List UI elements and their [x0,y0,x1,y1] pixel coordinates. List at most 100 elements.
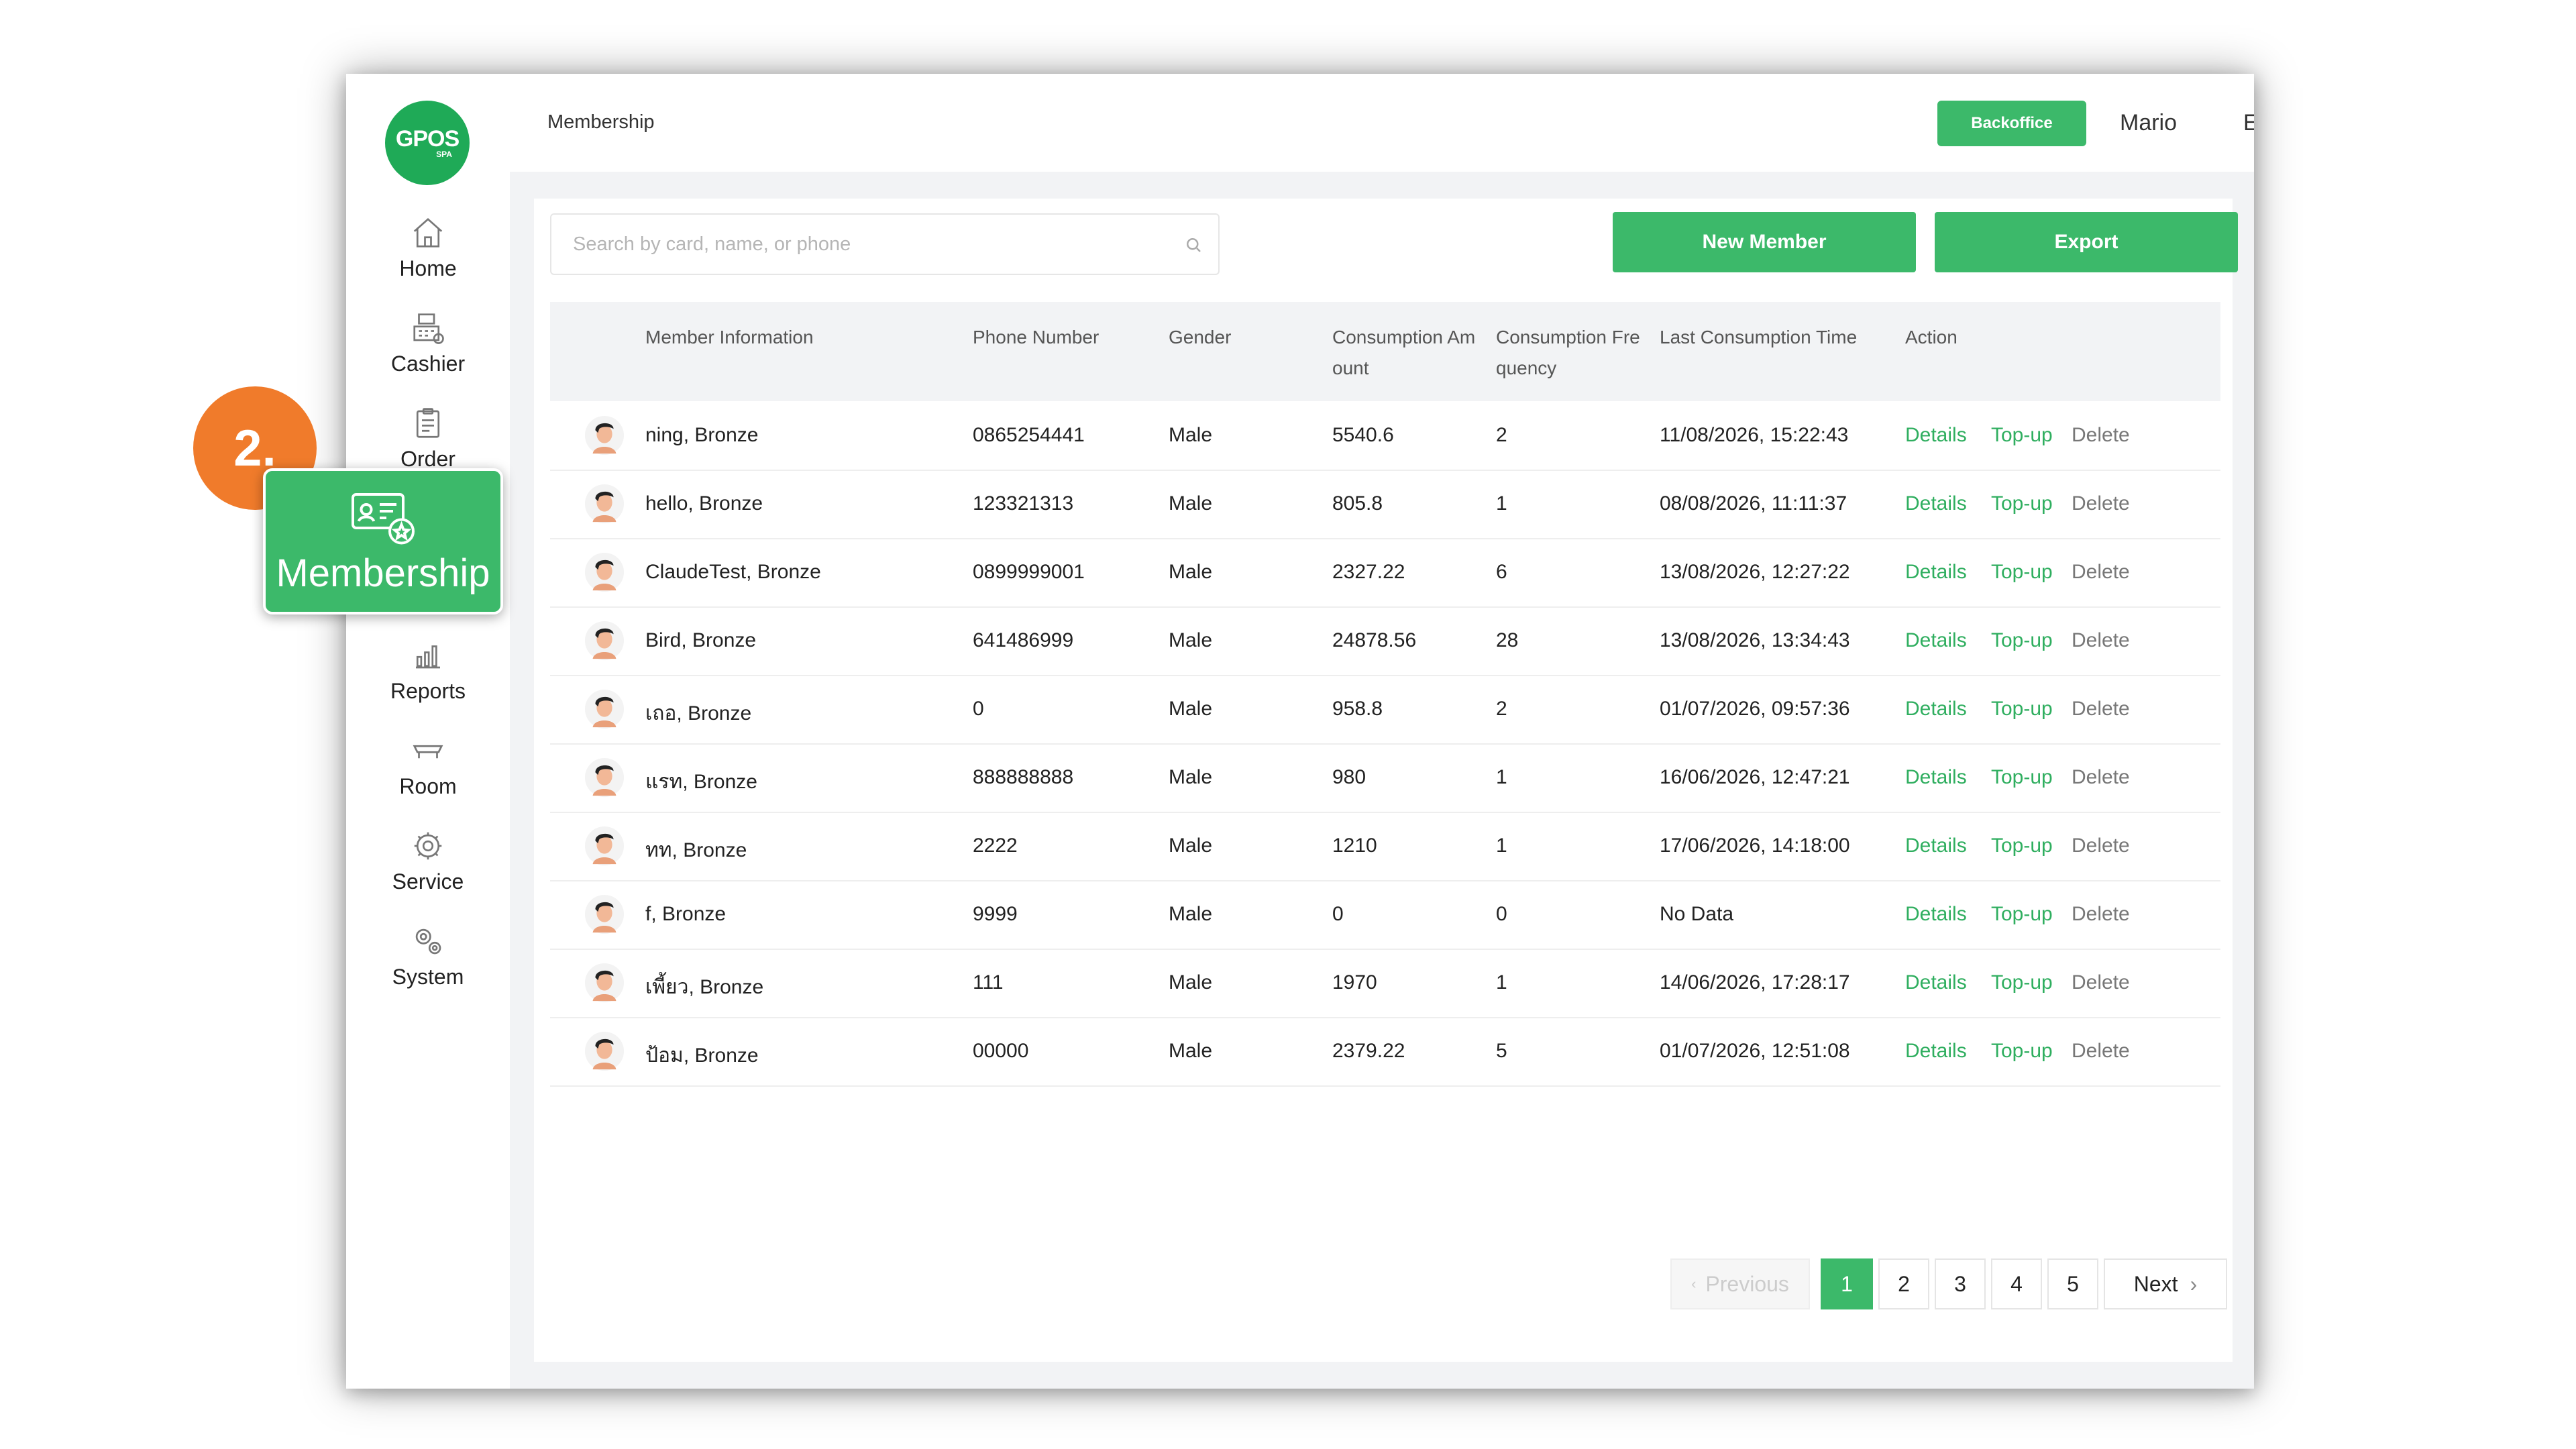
delete-link[interactable]: Delete [2072,698,2130,720]
phone-number: 0899999001 [973,561,1085,583]
details-link[interactable]: Details [1905,492,1967,515]
page-button-3[interactable]: 3 [1935,1258,1986,1309]
column-header-amount: Consumption Am ount [1332,322,1475,384]
details-link[interactable]: Details [1905,903,1967,926]
topup-link[interactable]: Top-up [1991,698,2053,720]
sidebar-item-label: Service [392,869,464,894]
cashier-icon [413,313,444,344]
page-title: Membership [547,111,655,133]
consumption-amount: 2327.22 [1332,561,1405,583]
page-button-4[interactable]: 4 [1991,1258,2042,1309]
details-link[interactable]: Details [1905,971,1967,994]
gender: Male [1169,424,1213,446]
details-link[interactable]: Details [1905,424,1967,447]
details-link[interactable]: Details [1905,1040,1967,1063]
consumption-frequency: 5 [1496,1040,1507,1062]
member-name: ป้อม, Bronze [645,1044,759,1067]
topup-link[interactable]: Top-up [1991,971,2053,994]
phone-number: 2222 [973,835,1018,857]
consumption-amount: 980 [1332,766,1366,788]
sidebar-item-service[interactable]: Service [346,828,510,908]
consumption-amount: 5540.6 [1332,424,1394,446]
table-header: Member Information Phone Number Gender C… [550,302,2220,401]
sidebar-item-system[interactable]: System [346,923,510,1004]
column-header-gender: Gender [1169,327,1232,347]
table-row: ClaudeTest, Bronze 0899999001 Male 2327.22 6… [550,538,2220,608]
language-select[interactable]: EN [2243,110,2254,136]
next-label: Next [2133,1271,2178,1296]
consumption-frequency: 2 [1496,698,1507,720]
consumption-amount: 24878.56 [1332,629,1417,651]
member-name: hello, Bronze [645,492,763,515]
delete-link[interactable]: Delete [2072,835,2130,857]
sidebar-item-cashier[interactable]: Cashier [346,310,510,390]
table-row: f, Bronze 9999 Male 0 0 No Data Details Top-up D… [550,880,2220,950]
details-link[interactable]: Details [1905,561,1967,584]
column-header-phone: Phone Number [973,327,1099,347]
page-button-1[interactable]: 1 [1821,1258,1873,1309]
export-button[interactable]: Export [1935,212,2238,272]
new-member-button[interactable]: New Member [1613,212,1916,272]
membership-panel: New Member Export Member Information Pho… [534,199,2238,1362]
avatar [584,1031,625,1071]
order-icon [416,408,440,438]
sidebar-item-label: Membership [276,551,490,595]
previous-page-button[interactable]: ‹ Previous [1670,1258,1810,1309]
member-name: แรท, Bronze [645,771,757,793]
sidebar-item-reports[interactable]: Reports [346,637,510,718]
delete-link[interactable]: Delete [2072,492,2130,515]
delete-link[interactable]: Delete [2072,1040,2130,1063]
delete-link[interactable]: Delete [2072,766,2130,789]
last-consumption-time: 13/08/2026, 12:27:22 [1660,561,1850,583]
topup-link[interactable]: Top-up [1991,629,2053,652]
page-button-5[interactable]: 5 [2047,1258,2098,1309]
topup-link[interactable]: Top-up [1991,766,2053,789]
delete-link[interactable]: Delete [2072,903,2130,926]
sidebar-item-membership[interactable]: Membership [263,468,503,614]
reports-icon [416,645,440,669]
details-link[interactable]: Details [1905,698,1967,720]
home-icon [413,217,443,248]
details-link[interactable]: Details [1905,629,1967,652]
next-page-button[interactable]: Next › [2104,1258,2227,1309]
topup-link[interactable]: Top-up [1991,835,2053,857]
table-row: เพี้ยว, Bronze 111 Male 1970 1 14/06/2026, 17… [550,949,2220,1018]
column-header-frequency-line1: Consumption Fre [1496,327,1640,347]
backoffice-button[interactable]: Backoffice [1937,101,2086,146]
avatar [584,757,625,798]
avatar [584,689,625,729]
details-link[interactable]: Details [1905,766,1967,789]
search-box[interactable] [550,213,1220,275]
consumption-frequency: 1 [1496,835,1507,857]
table-row: เถอ, Bronze 0 Male 958.8 2 01/07/2026, 09:57:… [550,675,2220,745]
search-input[interactable] [572,232,1165,256]
content-area: New Member Export Member Information Pho… [510,172,2254,1389]
gender: Male [1169,971,1213,994]
column-header-member: Member Information [645,327,814,347]
topup-link[interactable]: Top-up [1991,424,2053,447]
service-icon [414,832,442,860]
topup-link[interactable]: Top-up [1991,492,2053,515]
sidebar-item-label: Reports [390,679,466,703]
delete-link[interactable]: Delete [2072,561,2130,584]
consumption-frequency: 28 [1496,629,1519,651]
member-name: ClaudeTest, Bronze [645,561,821,583]
delete-link[interactable]: Delete [2072,424,2130,447]
room-icon [413,745,443,759]
phone-number: 641486999 [973,629,1074,651]
consumption-frequency: 2 [1496,424,1507,446]
topup-link[interactable]: Top-up [1991,1040,2053,1063]
avatar [584,894,625,934]
sidebar-item-label: Room [399,774,457,798]
topup-link[interactable]: Top-up [1991,903,2053,926]
page-button-2[interactable]: 2 [1878,1258,1929,1309]
consumption-amount: 2379.22 [1332,1040,1405,1062]
details-link[interactable]: Details [1905,835,1967,857]
delete-link[interactable]: Delete [2072,629,2130,652]
column-header-action: Action [1905,327,1957,347]
delete-link[interactable]: Delete [2072,971,2130,994]
consumption-frequency: 1 [1496,492,1507,515]
sidebar-item-home[interactable]: Home [346,215,510,295]
sidebar-item-room[interactable]: Room [346,733,510,813]
topup-link[interactable]: Top-up [1991,561,2053,584]
